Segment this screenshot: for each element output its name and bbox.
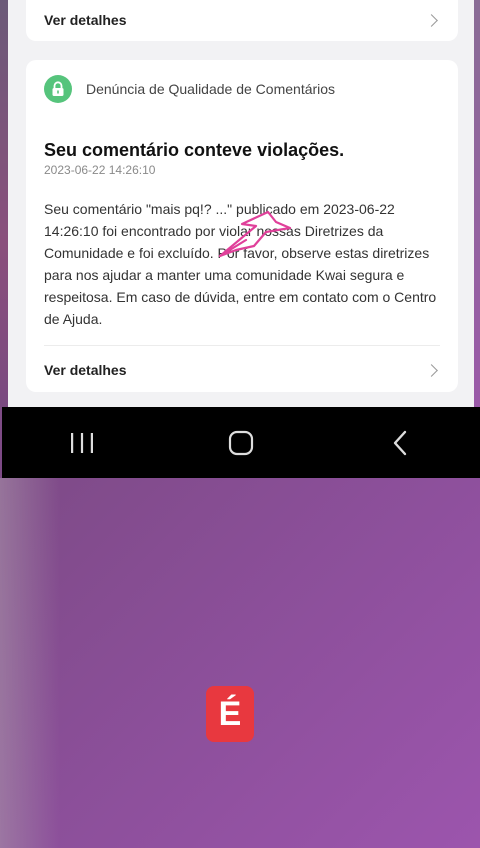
notification-header: Denúncia de Qualidade de Comentários: [44, 75, 335, 103]
details-row[interactable]: Ver detalhes: [44, 10, 440, 30]
details-label: Ver detalhes: [44, 362, 127, 378]
notification-category: Denúncia de Qualidade de Comentários: [86, 81, 336, 97]
home-button[interactable]: [211, 423, 271, 463]
right-edge-background: [474, 0, 480, 407]
details-row[interactable]: Ver detalhes: [44, 360, 440, 380]
app-logo-letter: É: [218, 694, 242, 733]
chevron-right-icon: [425, 363, 438, 377]
phone-screen: Ver detalhes Denúncia de Qualidade de Co…: [0, 0, 480, 478]
home-icon: [228, 430, 254, 455]
details-label: Ver detalhes: [44, 12, 127, 28]
recent-apps-button[interactable]: [52, 423, 112, 463]
left-edge-background: [0, 0, 8, 407]
notification-card: Denúncia de Qualidade de Comentários Seu…: [26, 60, 458, 392]
notification-timestamp: 2023-06-22 14:26:10: [44, 163, 156, 177]
background-glow: [0, 478, 60, 848]
app-content: Ver detalhes Denúncia de Qualidade de Co…: [8, 0, 474, 407]
app-logo: É: [206, 686, 254, 742]
previous-notification-card: Ver detalhes: [26, 0, 458, 41]
notification-title: Seu comentário conteve violações.: [44, 140, 345, 160]
back-button[interactable]: [370, 423, 430, 463]
divider: [44, 345, 440, 346]
recent-apps-icon: [70, 432, 93, 453]
chevron-right-icon: [425, 13, 438, 27]
back-icon: [394, 430, 407, 455]
annotation-arrow-icon: [218, 210, 292, 258]
system-navigation-bar: [2, 407, 480, 478]
lock-icon: [44, 75, 72, 103]
